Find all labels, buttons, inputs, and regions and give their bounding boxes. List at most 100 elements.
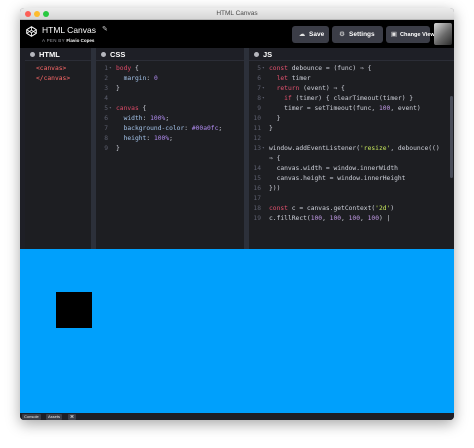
code-text: margin: 0 xyxy=(116,74,158,84)
code-text: canvas { xyxy=(116,104,146,114)
fold-arrow-icon[interactable]: ▾ xyxy=(262,84,265,94)
code-token: } xyxy=(116,145,120,152)
save-button-label: Save xyxy=(309,31,325,38)
code-line[interactable]: 19 c.fillRect(100, 100, 100, 100) | xyxy=(249,214,454,224)
gear-icon: ⚙ xyxy=(339,31,345,38)
fold-arrow-icon[interactable]: ▾ xyxy=(109,104,112,114)
code-line[interactable]: 15 canvas.height = window.innerHeight xyxy=(249,174,454,184)
code-line[interactable]: 7 background-color: #00a0fc; xyxy=(96,124,244,134)
code-text: body { xyxy=(116,64,139,74)
html-panel-header: HTML xyxy=(25,48,91,61)
save-button[interactable]: ☁ Save xyxy=(292,26,329,43)
code-line[interactable]: 8 height: 100%; xyxy=(96,134,244,144)
html-panel-title: HTML xyxy=(39,50,60,59)
code-token: } xyxy=(269,125,273,132)
css-panel-header: CSS xyxy=(96,48,244,61)
panel-settings-icon[interactable] xyxy=(30,52,35,57)
code-token: canvas.width = window.innerWidth xyxy=(269,165,398,172)
settings-button-label: Settings xyxy=(349,31,375,38)
fold-arrow-icon[interactable]: ▾ xyxy=(109,64,112,74)
code-token: 100 xyxy=(367,215,379,222)
editor-panels: HTML <canvas> </canvas> CSS 1 ▾ body {2 mar… xyxy=(20,48,454,249)
zoom-window-button[interactable] xyxy=(43,11,49,17)
code-token: window.addEventListener( xyxy=(269,145,360,152)
change-view-button-label: Change View xyxy=(400,32,435,38)
code-token: } xyxy=(269,115,281,122)
code-text: } xyxy=(116,84,120,94)
close-window-button[interactable] xyxy=(25,11,31,17)
code-text: <canvas> xyxy=(36,64,66,74)
css-panel-title: CSS xyxy=(110,50,126,59)
code-line[interactable]: 5 ▾ canvas { xyxy=(96,104,244,114)
author-link[interactable]: Flavio Copes xyxy=(66,38,94,43)
code-line[interactable]: 7 ▾ return (event) ⇒ { xyxy=(249,84,454,94)
code-text: window.addEventListener('resize', deboun… xyxy=(269,144,440,154)
code-line[interactable]: 9} xyxy=(96,144,244,154)
code-token: , xyxy=(341,215,349,222)
shortcuts-button[interactable]: ⌘ xyxy=(68,413,76,420)
settings-button[interactable]: ⚙ Settings xyxy=(332,26,383,43)
code-token: ) | xyxy=(378,215,391,222)
code-line[interactable]: 9 timer = setTimeout(func, 100, event) xyxy=(249,104,454,114)
code-line[interactable]: 18 const c = canvas.getContext('2d') xyxy=(249,204,454,214)
line-number: 12 xyxy=(253,135,261,142)
panel-settings-icon[interactable] xyxy=(101,52,106,57)
code-line[interactable]: 17 xyxy=(249,194,454,204)
assets-button[interactable]: Assets xyxy=(46,413,63,420)
code-line[interactable]: 11} xyxy=(249,124,454,134)
code-token: canvas xyxy=(116,105,139,112)
code-token: (event) ⇒ { xyxy=(299,85,345,92)
result-preview[interactable] xyxy=(20,249,454,413)
code-line[interactable]: 10 } xyxy=(249,114,454,124)
js-panel-title: JS xyxy=(263,50,273,59)
code-text: if (timer) { clearTimeout(timer) } xyxy=(269,94,413,104)
code-line[interactable]: 1 ▾ body { xyxy=(96,64,244,74)
pencil-icon[interactable]: ✎ xyxy=(102,25,108,33)
code-line[interactable]: 6 let timer xyxy=(249,74,454,84)
code-token: : xyxy=(184,125,192,132)
fold-arrow-icon[interactable]: ▾ xyxy=(262,94,265,104)
fold-arrow-icon[interactable]: ▾ xyxy=(262,64,265,74)
code-line[interactable]: 5 ▾ const debounce = (func) ⇒ { xyxy=(249,64,454,74)
minimize-window-button[interactable] xyxy=(34,11,40,17)
code-line[interactable]: 13 ▾ window.addEventListener('resize', deb… xyxy=(249,144,454,154)
code-token: '2d' xyxy=(375,205,391,212)
code-text: return (event) ⇒ { xyxy=(269,84,345,94)
code-line[interactable]: 2 margin: 0 xyxy=(96,74,244,84)
window-titlebar: HTML Canvas xyxy=(20,8,454,20)
css-code-editor[interactable]: 1 ▾ body {2 margin: 0 3} 4 5 ▾ canvas {6 width:… xyxy=(96,64,244,154)
line-number: 15 xyxy=(253,175,261,182)
console-button[interactable]: Console xyxy=(22,413,41,420)
code-text: width: 100%; xyxy=(116,114,170,124)
code-token: const xyxy=(269,205,288,212)
css-panel: CSS 1 ▾ body {2 margin: 0 3} 4 5 ▾ canvas {6 wi… xyxy=(96,48,244,249)
codepen-logo-icon[interactable] xyxy=(26,26,37,37)
code-line[interactable]: 4 xyxy=(96,94,244,104)
code-line[interactable]: 3} xyxy=(96,84,244,94)
code-token: return xyxy=(269,85,300,92)
code-line[interactable]: <canvas> xyxy=(25,64,91,74)
code-token: background-color xyxy=(116,125,185,132)
js-code-editor[interactable]: 5 ▾ const debounce = (func) ⇒ {6 let timer… xyxy=(249,64,454,224)
panel-settings-icon[interactable] xyxy=(254,52,259,57)
code-token: #00a0fc xyxy=(191,125,219,132)
html-code-editor[interactable]: <canvas> </canvas> xyxy=(25,64,91,84)
code-token: ; xyxy=(169,135,173,142)
fold-arrow-icon[interactable]: ▾ xyxy=(262,144,265,154)
js-scrollbar[interactable] xyxy=(450,96,453,178)
code-line[interactable]: 6 width: 100%; xyxy=(96,114,244,124)
code-line[interactable]: </canvas> xyxy=(25,74,91,84)
code-text: ⇒ { xyxy=(269,154,280,164)
code-line[interactable]: ⇒ { xyxy=(249,154,454,164)
code-text: timer = setTimeout(func, 100, event) xyxy=(269,104,421,114)
code-text: c.fillRect(100, 100, 100, 100) | xyxy=(269,214,390,224)
avatar[interactable] xyxy=(434,23,452,45)
code-line[interactable]: 12 xyxy=(249,134,454,144)
change-view-button[interactable]: ▣ Change View xyxy=(386,26,435,43)
canvas-rectangle xyxy=(56,292,92,328)
code-line[interactable]: 8 ▾ if (timer) { clearTimeout(timer) } xyxy=(249,94,454,104)
code-token: : xyxy=(146,75,154,82)
line-number: 8 xyxy=(104,135,108,142)
code-line[interactable]: 14 canvas.width = window.innerWidth xyxy=(249,164,454,174)
code-line[interactable]: 16})) xyxy=(249,184,454,194)
